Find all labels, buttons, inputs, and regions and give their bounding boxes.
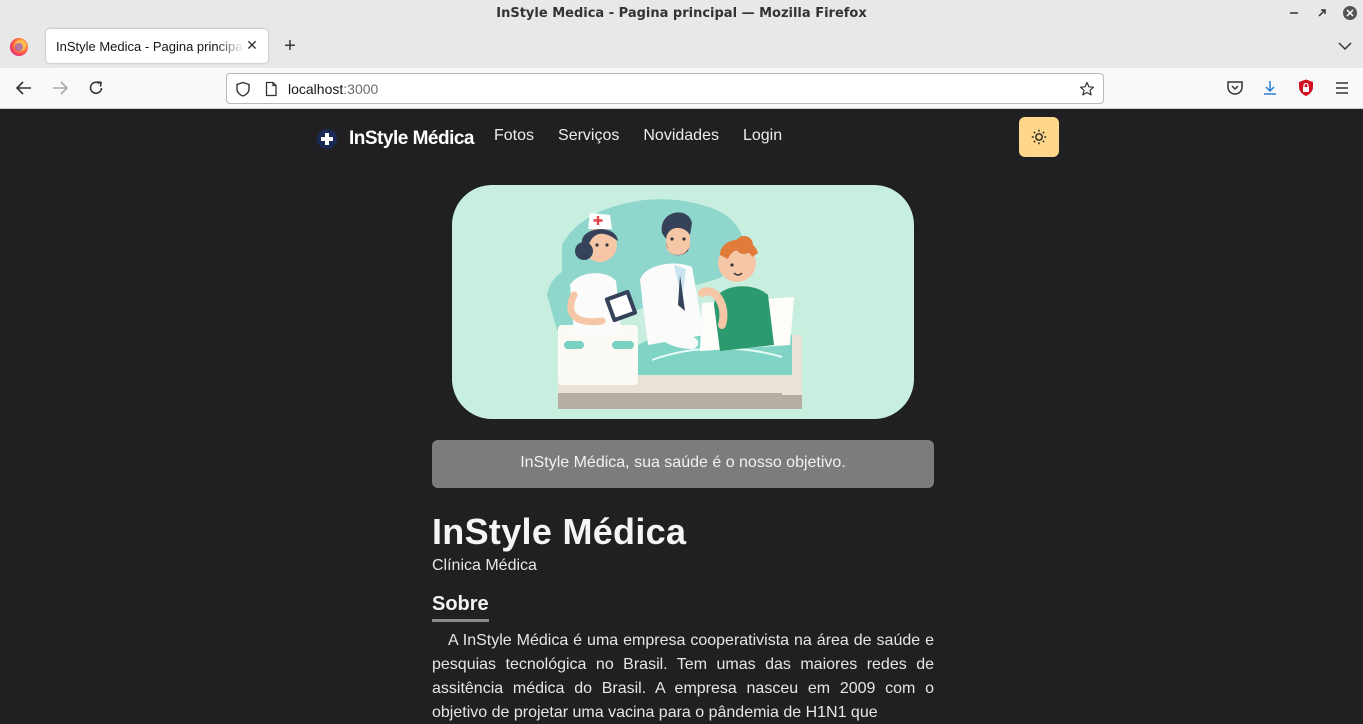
maximize-icon[interactable] — [1313, 4, 1331, 22]
menu-item-servicos[interactable]: Serviços — [558, 127, 619, 145]
page-title: InStyle Médica — [432, 511, 687, 552]
page-viewport: InStyle Médica Fotos Serviços Novidades … — [0, 109, 1363, 724]
site-menu: Fotos Serviços Novidades Login — [494, 127, 782, 145]
navigation-toolbar: localhost:3000 — [0, 68, 1363, 109]
hamburger-menu-icon[interactable] — [1332, 78, 1352, 98]
url-host: localhost — [288, 81, 344, 97]
forward-icon[interactable] — [50, 78, 70, 98]
medical-cross-icon — [317, 129, 337, 149]
pocket-icon[interactable] — [1225, 78, 1245, 98]
tab-active[interactable]: InStyle Medica - Pagina principal ✕ — [46, 29, 268, 63]
menu-item-fotos[interactable]: Fotos — [494, 127, 534, 145]
tab-title: InStyle Medica - Pagina principal — [56, 39, 244, 54]
theme-toggle-button[interactable] — [1019, 117, 1059, 157]
tagline-text: InStyle Médica, sua saúde é o nosso obje… — [520, 454, 846, 471]
page-info-icon[interactable] — [263, 81, 279, 97]
sun-icon — [1031, 129, 1047, 145]
url-text[interactable]: localhost:3000 — [288, 81, 378, 97]
tagline-banner: InStyle Médica, sua saúde é o nosso obje… — [432, 440, 934, 488]
reload-icon[interactable] — [86, 78, 106, 98]
firefox-logo-icon — [10, 38, 28, 56]
tab-bar: InStyle Medica - Pagina principal ✕ + — [0, 28, 1363, 68]
tracking-shield-icon[interactable] — [235, 81, 251, 97]
page-subtitle: Clínica Médica — [432, 557, 537, 574]
new-tab-icon[interactable]: + — [280, 36, 300, 56]
url-port: :3000 — [343, 81, 379, 97]
close-tab-icon[interactable]: ✕ — [244, 37, 260, 53]
about-heading: Sobre — [432, 593, 489, 622]
bookmark-star-icon[interactable] — [1079, 81, 1095, 97]
brand-name: InStyle Médica — [349, 128, 475, 149]
menu-item-novidades[interactable]: Novidades — [643, 127, 719, 145]
chevron-down-icon[interactable] — [1337, 38, 1353, 54]
hero-illustration — [452, 185, 914, 419]
downloads-icon[interactable] — [1260, 78, 1280, 98]
menu-item-login[interactable]: Login — [743, 127, 782, 145]
window-title: InStyle Medica - Pagina principal — Mozi… — [496, 6, 867, 21]
ublock-shield-icon[interactable] — [1296, 78, 1316, 98]
minimize-icon[interactable] — [1285, 4, 1303, 22]
window-titlebar: InStyle Medica - Pagina principal — Mozi… — [0, 0, 1363, 28]
about-paragraph: A InStyle Médica é uma empresa cooperati… — [432, 632, 934, 721]
url-bar[interactable]: localhost:3000 — [226, 73, 1104, 104]
back-icon[interactable] — [14, 78, 34, 98]
close-window-icon[interactable] — [1341, 4, 1359, 22]
